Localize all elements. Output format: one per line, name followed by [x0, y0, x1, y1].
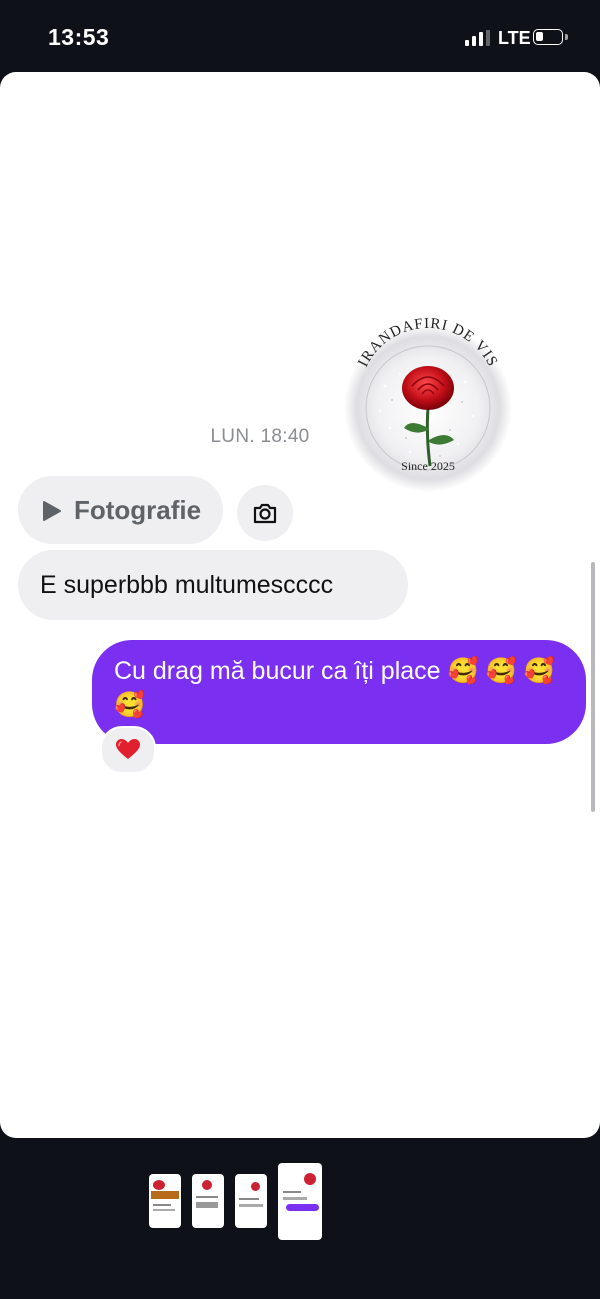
thumbnail-2[interactable]	[192, 1174, 224, 1228]
svg-text:Since 2025: Since 2025	[401, 459, 455, 473]
outgoing-message-bubble[interactable]: Cu drag mă bucur ca îți place 🥰 🥰 🥰 🥰	[92, 640, 586, 744]
thumbnail-strip	[0, 1138, 600, 1299]
thumbnail-1[interactable]	[149, 1174, 181, 1228]
status-bar: 13:53 LTE	[0, 0, 600, 72]
chat-sheet[interactable]: IRANDAFIRI DE VIS Since 2025 LUN. 18:40 …	[0, 72, 600, 1138]
camera-button[interactable]	[237, 485, 293, 541]
camera-icon	[253, 503, 277, 524]
brand-logo-image[interactable]: IRANDAFIRI DE VIS Since 2025	[340, 316, 516, 492]
photo-attachment-bubble[interactable]: Fotografie	[18, 476, 223, 544]
incoming-message-text: E superbbb multumescccc	[40, 571, 334, 599]
thumbnail-4-selected[interactable]	[278, 1163, 322, 1240]
signal-icon	[465, 30, 491, 46]
network-label: LTE	[498, 28, 531, 48]
incoming-message-bubble[interactable]: E superbbb multumescccc	[18, 550, 408, 620]
play-icon	[43, 501, 61, 521]
message-timestamp: LUN. 18:40	[210, 426, 310, 447]
heart-reaction[interactable]	[100, 726, 156, 774]
outgoing-message-text: Cu drag mă bucur ca îți place 🥰 🥰 🥰 🥰	[114, 657, 555, 719]
battery-icon	[533, 29, 563, 45]
status-time: 13:53	[48, 24, 110, 50]
photo-label: Fotografie	[74, 495, 202, 525]
battery-tip	[565, 34, 568, 40]
thumbnail-3[interactable]	[235, 1174, 267, 1228]
battery-fill	[536, 32, 543, 41]
heart-icon	[116, 739, 140, 759]
scrollbar[interactable]	[591, 562, 595, 812]
